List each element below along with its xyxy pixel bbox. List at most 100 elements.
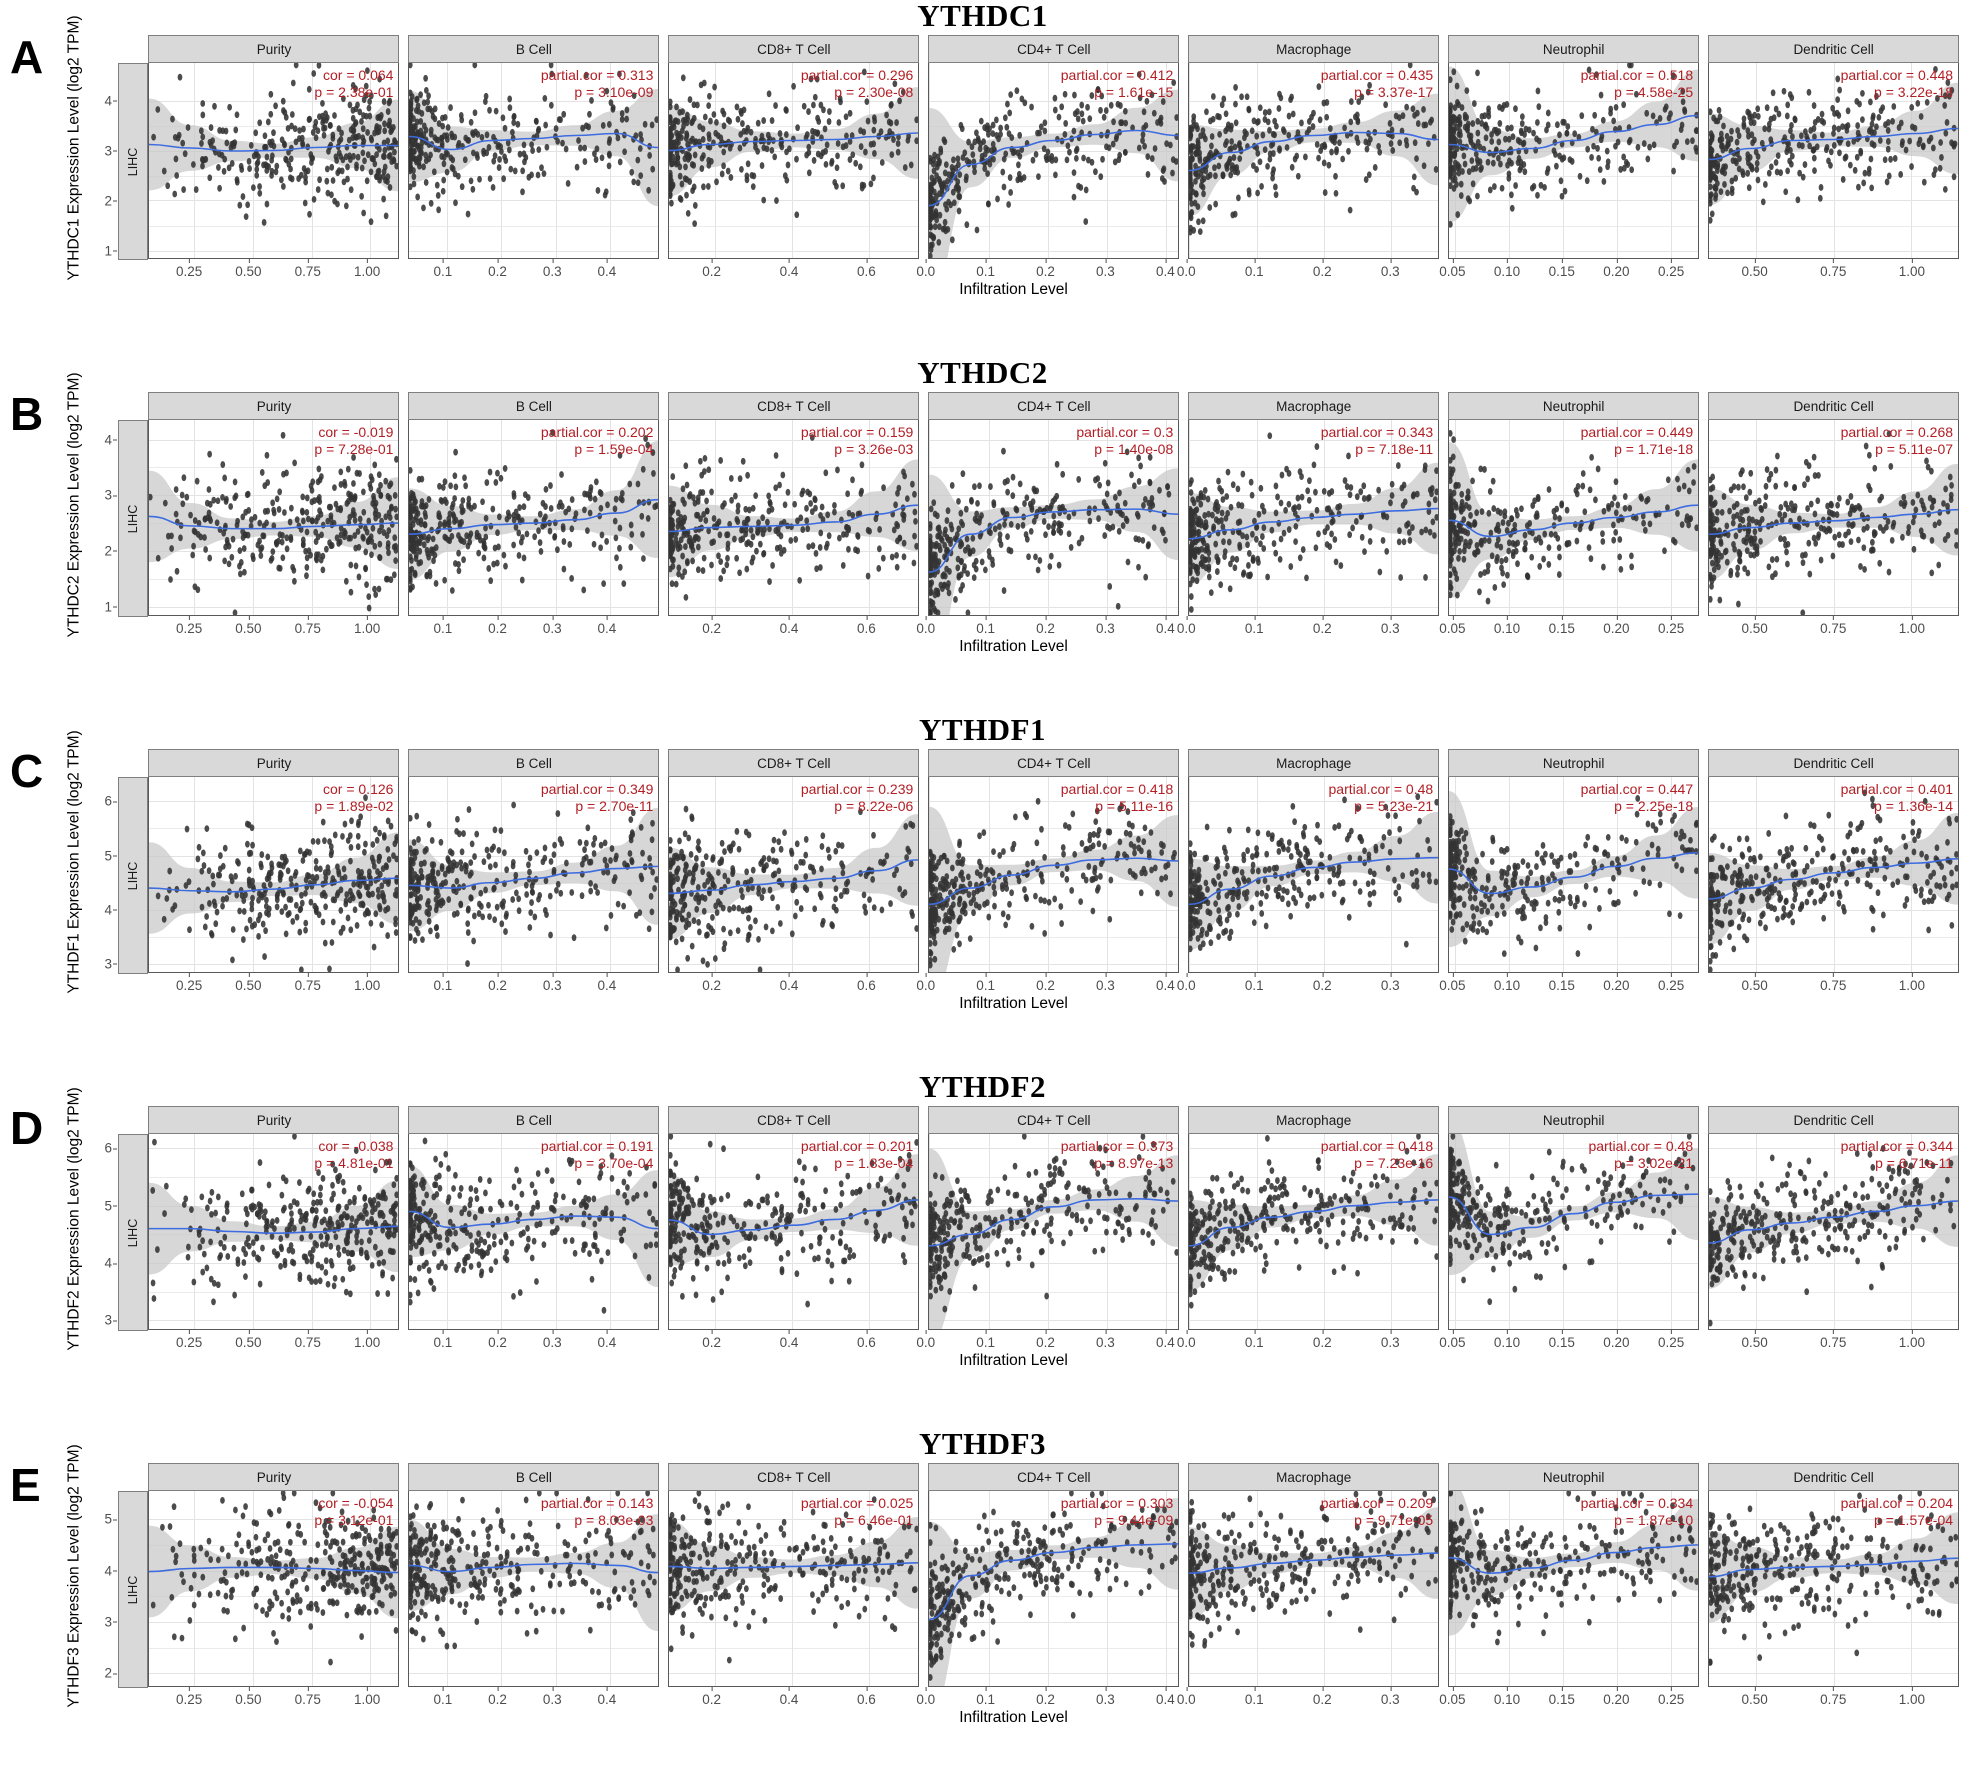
data-point bbox=[1254, 132, 1260, 140]
data-point bbox=[1709, 216, 1713, 224]
scatter-panel-dend[interactable]: Dendritic Cell partial.cor = 0.268 p = 5.1… bbox=[1708, 392, 1960, 617]
data-point bbox=[417, 547, 423, 555]
data-point bbox=[1412, 111, 1418, 119]
scatter-panel-cd4[interactable]: CD4+ T Cell partial.cor = 0.412 p = 1.61e-… bbox=[928, 35, 1180, 260]
x-tick: 1.00 bbox=[1898, 259, 1926, 279]
data-point bbox=[1111, 140, 1116, 148]
scatter-panel-bcell[interactable]: B Cell partial.cor = 0.313 p = 3.10e-09 bbox=[408, 35, 660, 260]
data-point bbox=[1006, 201, 1012, 208]
data-point bbox=[182, 474, 187, 482]
data-point bbox=[292, 577, 298, 585]
data-point bbox=[155, 106, 161, 113]
data-point bbox=[1137, 144, 1142, 152]
data-point bbox=[1190, 514, 1195, 522]
scatter-panel-cd4[interactable]: CD4+ T Cell partial.cor = 0.3 p = 1.40e-08 bbox=[928, 392, 1180, 617]
data-point bbox=[1848, 161, 1853, 169]
data-point bbox=[1125, 558, 1131, 566]
data-point bbox=[1084, 186, 1089, 194]
data-point bbox=[491, 157, 497, 165]
data-point bbox=[991, 499, 997, 507]
scatter-panel-macro[interactable]: Macrophage partial.cor = 0.343 p = 7.18e-1… bbox=[1188, 392, 1440, 617]
data-point bbox=[871, 174, 877, 182]
data-point bbox=[836, 140, 841, 147]
data-point bbox=[411, 115, 417, 123]
data-point bbox=[797, 576, 803, 584]
data-point bbox=[1928, 134, 1934, 142]
data-point bbox=[1487, 537, 1492, 545]
data-point bbox=[500, 114, 506, 122]
data-point bbox=[421, 204, 427, 212]
data-point bbox=[582, 144, 588, 152]
scatter-panel-neutro[interactable]: Neutrophil partial.cor = 0.518 p = 4.58e-2… bbox=[1448, 35, 1700, 260]
data-point bbox=[1113, 494, 1119, 501]
data-point bbox=[1642, 140, 1647, 147]
data-point bbox=[341, 156, 346, 164]
x-tick: 0.4 bbox=[779, 259, 799, 279]
scatter-panel-cd8[interactable]: CD8+ T Cell partial.cor = 0.296 p = 2.30e-… bbox=[668, 35, 920, 260]
scatter-panel-macro[interactable]: Macrophage partial.cor = 0.435 p = 3.37e-1… bbox=[1188, 35, 1440, 260]
data-point bbox=[431, 535, 436, 543]
data-point bbox=[1299, 493, 1305, 501]
data-point bbox=[1157, 486, 1163, 494]
data-point bbox=[1837, 494, 1842, 502]
data-point bbox=[729, 496, 735, 504]
data-point bbox=[548, 482, 554, 490]
data-point bbox=[1152, 524, 1157, 532]
scatter-panel-cd8[interactable]: CD8+ T Cell partial.cor = 0.159 p = 3.26e-… bbox=[668, 392, 920, 617]
data-point bbox=[1815, 497, 1821, 505]
data-point bbox=[1570, 158, 1575, 165]
data-point bbox=[358, 515, 364, 523]
y-tick-labels: 4321 bbox=[88, 392, 118, 617]
data-point bbox=[495, 559, 501, 567]
x-ticks-macro: 0.0 0.1 0.2 0.3 bbox=[1177, 259, 1438, 280]
data-point bbox=[495, 529, 501, 537]
data-point bbox=[674, 103, 680, 111]
data-point bbox=[522, 141, 527, 149]
data-point bbox=[760, 514, 766, 522]
data-point bbox=[685, 481, 690, 489]
data-point bbox=[650, 449, 656, 456]
data-point bbox=[1799, 132, 1804, 140]
data-point bbox=[696, 543, 702, 551]
data-point bbox=[1741, 123, 1747, 130]
data-point bbox=[1235, 168, 1241, 176]
data-point bbox=[1878, 137, 1883, 144]
data-point bbox=[1263, 109, 1268, 116]
data-point bbox=[1766, 475, 1772, 483]
data-point bbox=[174, 486, 179, 493]
data-point bbox=[1713, 162, 1718, 170]
data-point bbox=[383, 513, 389, 521]
y-tick: 3 bbox=[104, 487, 117, 503]
scatter-panel-purity[interactable]: Purity cor = -0.019 p = 7.28e-01 bbox=[148, 392, 400, 617]
data-point bbox=[866, 572, 871, 580]
data-point bbox=[1896, 124, 1902, 131]
data-point bbox=[859, 143, 864, 150]
data-point bbox=[1057, 509, 1063, 517]
data-point bbox=[345, 163, 351, 171]
data-point bbox=[1254, 535, 1259, 543]
data-point bbox=[855, 547, 861, 555]
data-point bbox=[1710, 473, 1716, 481]
data-point bbox=[542, 94, 548, 102]
data-point bbox=[196, 531, 202, 538]
data-point bbox=[618, 451, 623, 459]
scatter-panel-bcell[interactable]: B Cell partial.cor = 0.202 p = 1.59e-04 bbox=[408, 392, 660, 617]
scatter-panel-neutro[interactable]: Neutrophil partial.cor = 0.449 p = 1.71e-1… bbox=[1448, 392, 1700, 617]
data-point bbox=[428, 105, 433, 113]
data-point bbox=[229, 553, 235, 561]
data-point bbox=[1718, 540, 1724, 547]
data-point bbox=[960, 582, 966, 589]
data-point bbox=[620, 116, 625, 123]
data-point bbox=[734, 554, 740, 562]
data-point bbox=[203, 546, 209, 553]
data-point bbox=[735, 507, 741, 515]
data-point bbox=[175, 567, 180, 575]
data-point bbox=[1495, 554, 1500, 561]
data-point bbox=[1910, 499, 1916, 506]
scatter-panel-dend[interactable]: Dendritic Cell partial.cor = 0.448 p = 3.2… bbox=[1708, 35, 1960, 260]
scatter-panel-purity[interactable]: Purity cor = 0.064 p = 2.38e-01 bbox=[148, 35, 400, 260]
data-point bbox=[960, 470, 966, 478]
data-point bbox=[1494, 541, 1500, 549]
data-point bbox=[1213, 540, 1219, 548]
data-point bbox=[1407, 528, 1412, 536]
